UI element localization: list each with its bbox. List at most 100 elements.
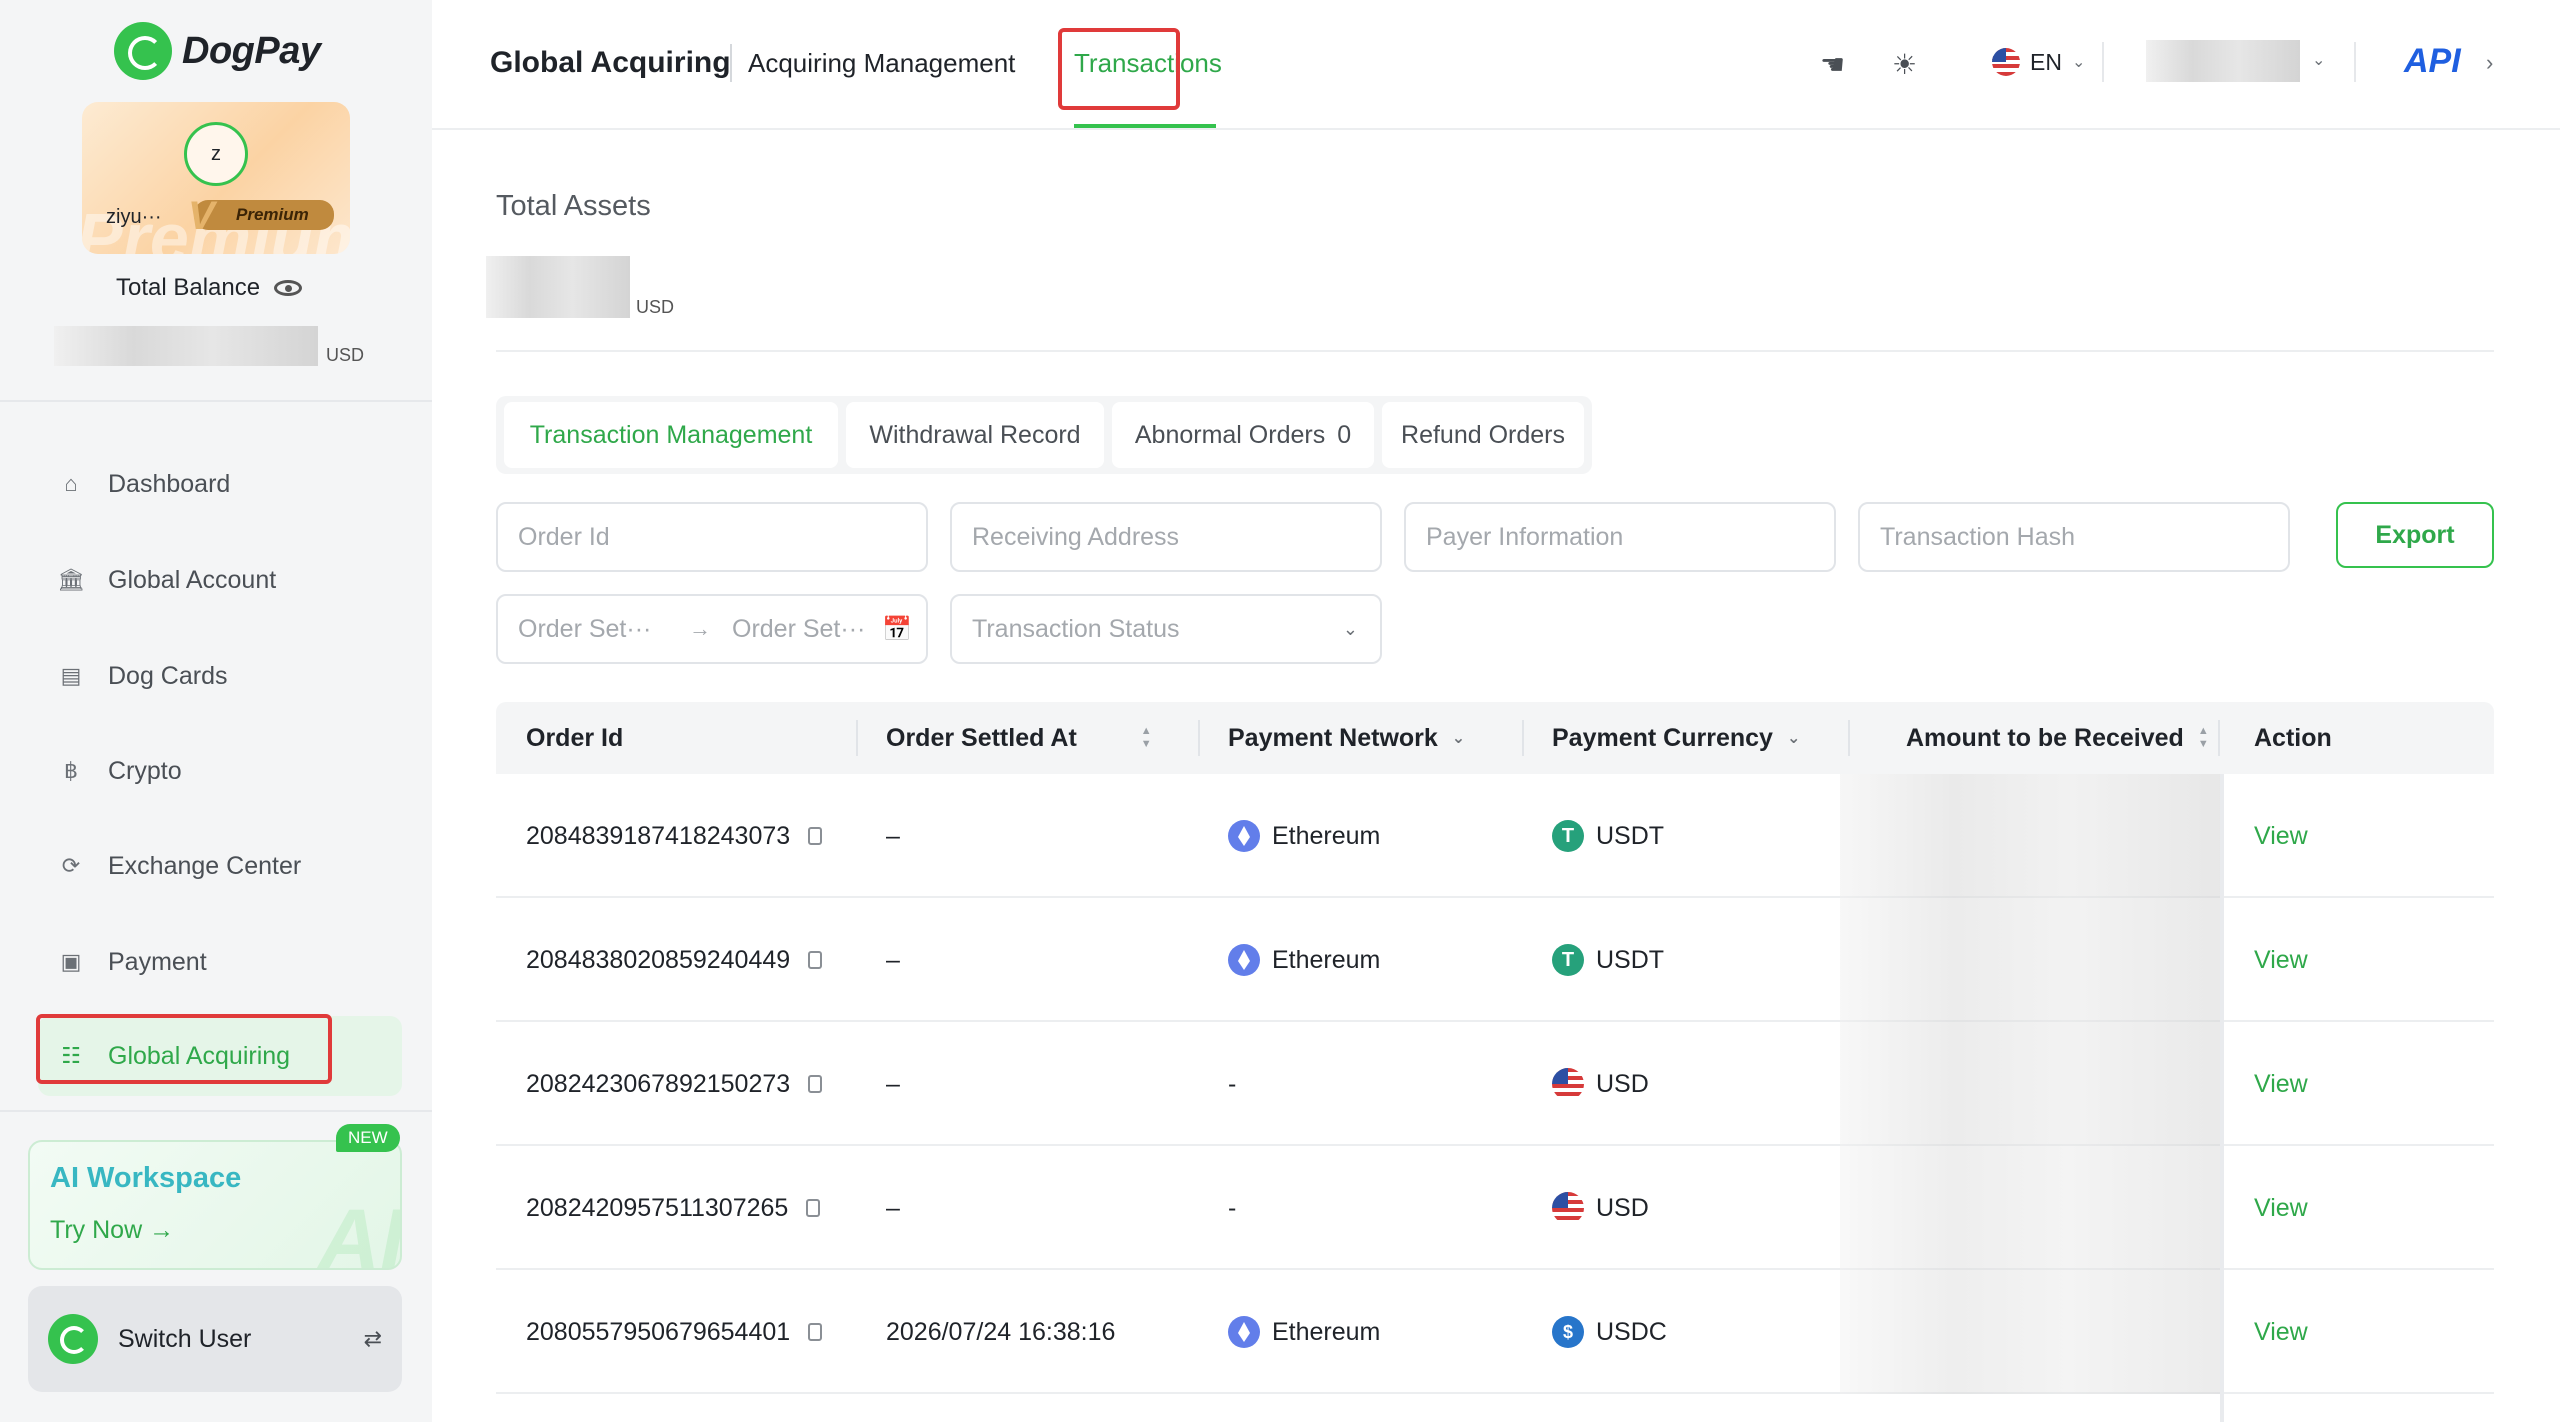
top-header: Global Acquiring Acquiring Management Tr… <box>432 0 2560 130</box>
nav-acquiring-management[interactable]: Acquiring Management <box>748 48 1015 79</box>
sidebar-item-payment[interactable]: ▣ Payment <box>38 922 402 1002</box>
transaction-tabs: Transaction Management Withdrawal Record… <box>496 396 1592 474</box>
column-amount-to-be-received[interactable]: Amount to be Received ▲ ▼ <box>1906 702 2209 774</box>
filter-dropdown-icon[interactable]: ⌄ <box>1452 728 1465 748</box>
column-action: Action <box>2254 702 2332 774</box>
home-icon: ⌂ <box>64 471 78 496</box>
sidebar-item-dog-cards[interactable]: ▤ Dog Cards <box>38 636 402 716</box>
tab-label: Withdrawal Record <box>869 420 1081 449</box>
sidebar-item-exchange-center[interactable]: ⟳ Exchange Center <box>38 826 402 906</box>
copy-icon[interactable] <box>808 1075 823 1093</box>
ai-workspace-card[interactable]: AI Workspace Try Now → AI <box>28 1140 402 1270</box>
balance-currency: USD <box>326 345 365 365</box>
header-divider <box>2102 42 2104 82</box>
settled-at-cell: – <box>886 898 900 1022</box>
bank-icon: 🏛 <box>57 567 85 592</box>
column-order-id: Order Id <box>526 702 623 774</box>
payer-information-input[interactable]: Payer Information <box>1404 502 1836 572</box>
receiving-address-input[interactable]: Receiving Address <box>950 502 1382 572</box>
switch-user-label: Switch User <box>118 1324 252 1353</box>
account-selector[interactable] <box>2146 40 2300 82</box>
settled-at-value: 2026/07/24 16:38:16 <box>886 1317 1116 1346</box>
receiving-address-placeholder: Receiving Address <box>972 522 1180 551</box>
user-card[interactable]: Premium z ziyu··· V Premium <box>82 102 350 254</box>
settled-at-cell: – <box>886 1022 900 1146</box>
settled-at-cell: – <box>886 774 900 898</box>
column-payment-currency[interactable]: Payment Currency ⌄ <box>1552 702 1800 774</box>
filter-dropdown-icon[interactable]: ⌄ <box>1787 728 1800 748</box>
amount-redacted <box>1840 1022 2220 1146</box>
sidebar-item-crypto[interactable]: ฿ Crypto <box>38 731 402 811</box>
network-cell: - <box>1228 1146 1236 1270</box>
tab-withdrawal-record[interactable]: Withdrawal Record <box>846 402 1104 468</box>
copy-icon[interactable] <box>808 951 823 969</box>
new-badge: NEW <box>336 1124 400 1152</box>
tab-transaction-management[interactable]: Transaction Management <box>504 402 838 468</box>
order-id-value: 2080557950679654401 <box>526 1317 791 1346</box>
action-cell: View <box>2254 1022 2308 1146</box>
headset-icon[interactable]: ☚ <box>1820 48 1845 81</box>
column-label: Amount to be Received <box>1906 723 2184 752</box>
view-link[interactable]: View <box>2254 1194 2308 1223</box>
user-name: ziyu··· <box>106 206 162 228</box>
copy-icon[interactable] <box>806 1199 821 1217</box>
settled-at-cell: – <box>886 1146 900 1270</box>
sort-icon[interactable]: ▲ ▼ <box>1141 726 1152 750</box>
avatar: z <box>184 122 248 186</box>
api-link[interactable]: API <box>2404 42 2461 81</box>
column-divider <box>1198 720 1200 756</box>
sidebar-item-global-account[interactable]: 🏛 Global Account <box>38 540 402 620</box>
assets-currency: USD <box>636 297 675 317</box>
sort-icon[interactable]: ▲ ▼ <box>2198 726 2209 750</box>
chevron-right-icon: › <box>2486 50 2494 75</box>
eye-icon[interactable] <box>274 280 303 296</box>
view-link[interactable]: View <box>2254 1318 2308 1347</box>
export-button[interactable]: Export <box>2336 502 2494 568</box>
currency-cell: T USDT <box>1552 774 1664 898</box>
app-logo[interactable]: DogPay <box>114 22 321 80</box>
total-balance-label: Total Balance <box>116 274 303 302</box>
ethereum-icon <box>1228 944 1260 976</box>
order-settled-date-range[interactable]: Order Set··· → Order Set··· 📅 <box>496 594 928 664</box>
copy-icon[interactable] <box>808 1323 823 1341</box>
currency-value: USD <box>1596 1069 1649 1098</box>
order-id-value: 2084838020859240449 <box>526 945 791 974</box>
order-id-cell: 2080557950679654401 <box>526 1270 823 1394</box>
order-id-cell: 2084838020859240449 <box>526 898 823 1022</box>
language-selector[interactable]: EN ⌄ <box>1992 48 2085 76</box>
try-now-link[interactable]: Try Now → <box>50 1216 174 1245</box>
order-id-cell: 2084839187418243073 <box>526 774 823 898</box>
column-label: Payment Network <box>1228 723 1438 752</box>
transaction-status-select[interactable]: Transaction Status ⌄ <box>950 594 1382 664</box>
tab-abnormal-orders[interactable]: Abnormal Orders 0 <box>1112 402 1374 468</box>
view-link[interactable]: View <box>2254 822 2308 851</box>
sidebar-item-label: Dashboard <box>108 469 231 498</box>
total-assets-value: USD <box>486 256 674 318</box>
network-value: - <box>1228 1069 1237 1098</box>
view-link[interactable]: View <box>2254 1070 2308 1099</box>
order-id-input[interactable]: Order Id <box>496 502 928 572</box>
copy-icon[interactable] <box>808 827 823 845</box>
column-payment-network[interactable]: Payment Network ⌄ <box>1228 702 1465 774</box>
switch-user-button[interactable]: Switch User ⇄ <box>28 1286 402 1392</box>
us-flag-icon <box>1992 48 2020 76</box>
column-divider <box>1522 720 1524 756</box>
sidebar-item-label: Global Account <box>108 565 277 594</box>
calendar-icon: 📅 <box>882 615 912 643</box>
tab-refund-orders[interactable]: Refund Orders <box>1382 402 1584 468</box>
table-header: Order Id Order Settled At ▲ ▼ Payment Net… <box>496 702 2494 774</box>
date-start-placeholder: Order Set··· <box>518 614 652 643</box>
sidebar-item-label: Payment <box>108 947 207 976</box>
us-flag-icon <box>1552 1068 1584 1100</box>
column-order-settled-at[interactable]: Order Settled At ▲ ▼ <box>886 702 1152 774</box>
transaction-hash-input[interactable]: Transaction Hash <box>1858 502 2290 572</box>
total-assets-label: Total Assets <box>496 190 651 222</box>
exchange-icon: ⟳ <box>61 853 81 878</box>
date-end-placeholder: Order Set··· <box>732 614 866 643</box>
section-divider <box>496 350 2494 352</box>
sidebar-item-dashboard[interactable]: ⌂ Dashboard <box>38 444 402 524</box>
network-value: Ethereum <box>1272 1317 1381 1346</box>
column-label: Order Id <box>526 723 624 752</box>
view-link[interactable]: View <box>2254 946 2308 975</box>
sun-icon[interactable]: ☀ <box>1892 48 1917 81</box>
